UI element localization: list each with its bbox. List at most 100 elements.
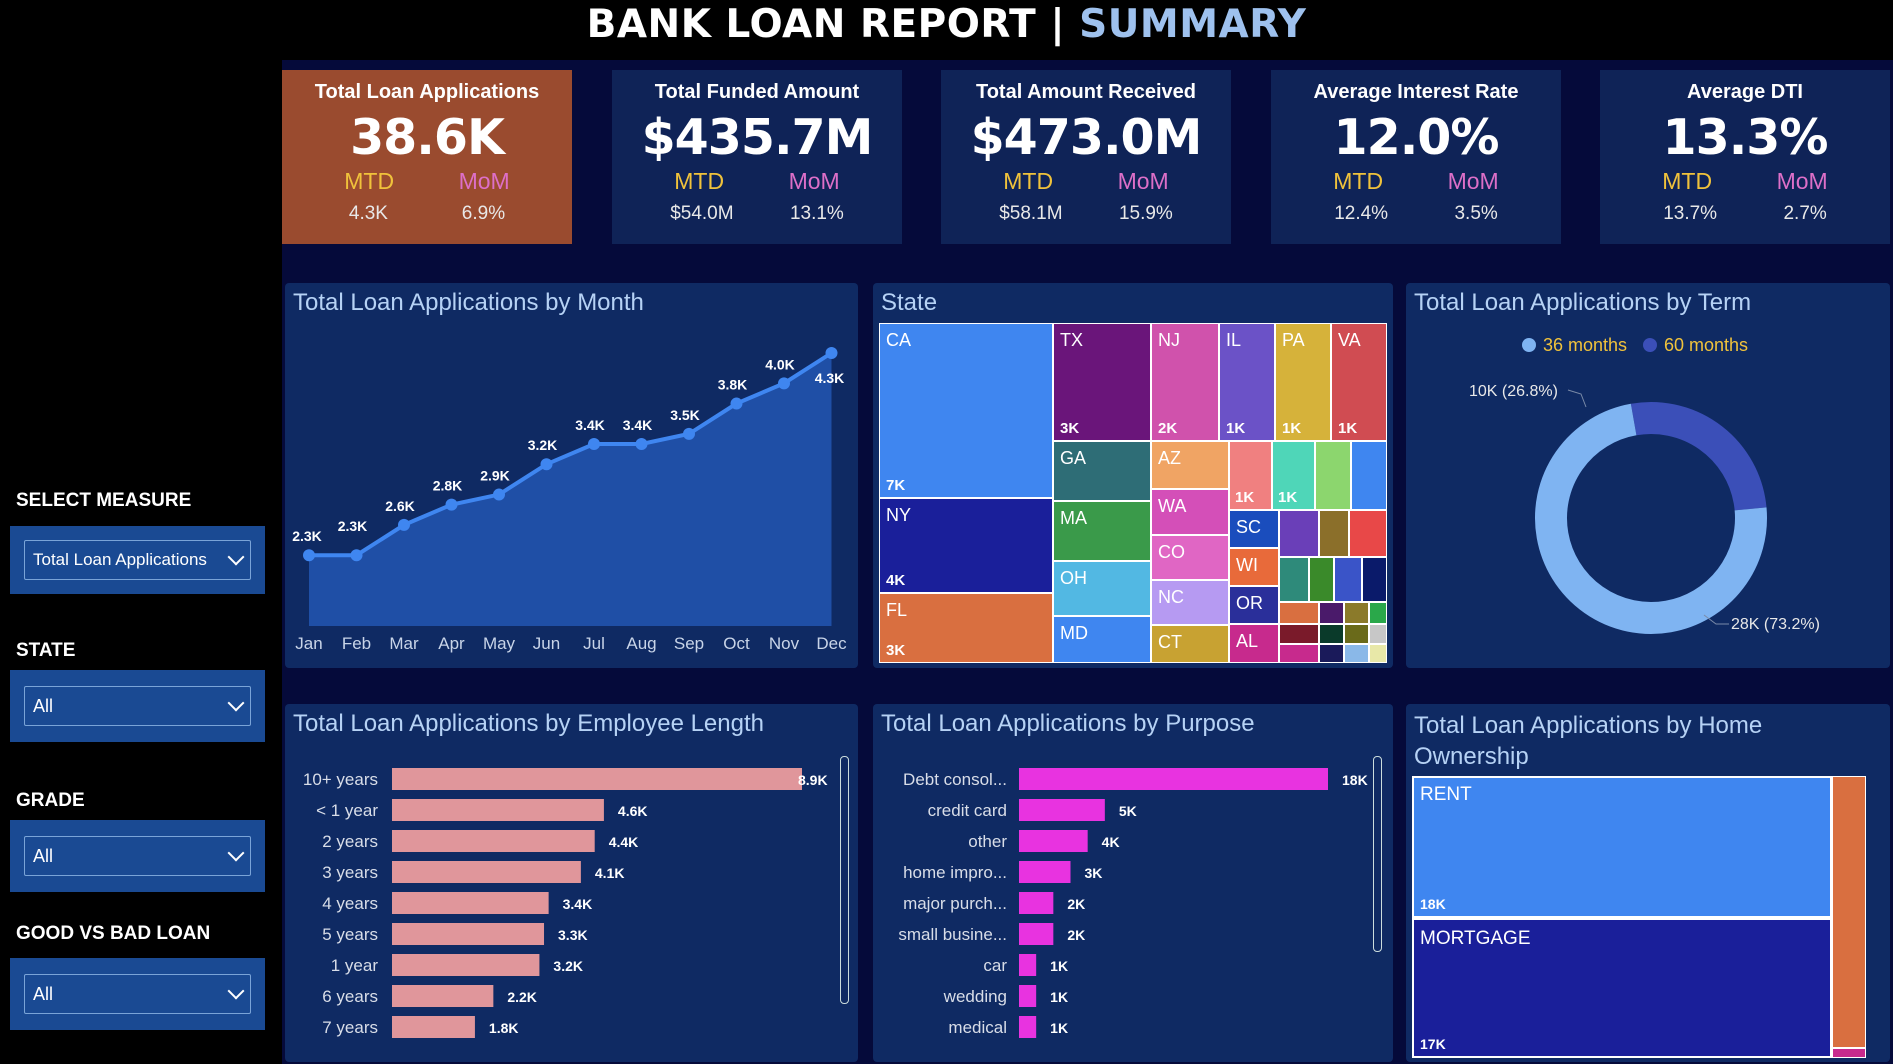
chevron-down-icon [227,982,245,1000]
good-bad-selected: All [33,983,54,1004]
x-tick-label: May [483,634,516,653]
measure-dropdown[interactable]: Total Loan Applications [24,540,251,580]
tile-label: NC [1158,587,1184,607]
scrollbar[interactable] [840,756,849,1004]
treemap-tile-il[interactable]: IL 1K [1219,323,1275,441]
bar [1019,830,1088,852]
kpi-card-total-applications[interactable]: Total Loan Applications 38.6K MTD MoM 4.3… [282,70,572,244]
state-dropdown[interactable]: All [24,686,251,726]
treemap-tile-mortgage[interactable]: MORTGAGE 17K [1412,918,1832,1058]
treemap-tile-al[interactable]: AL [1229,624,1279,663]
treemap-tile-minor[interactable] [1319,644,1344,663]
treemap-tile-minor[interactable]: 1K [1229,441,1272,510]
kpi-label: Total Amount Received [975,81,1197,103]
tile-label: NY [886,505,912,525]
category-label: small busine... [898,925,1007,944]
mom-value: 6.9% [461,203,506,224]
treemap-tile-fl[interactable]: FL 3K [879,593,1053,663]
panel-title: Total Loan Applications by Home Ownershi… [1414,712,1763,770]
treemap-tile-va[interactable]: VA 1K [1331,323,1387,441]
treemap-tile-ma[interactable]: MA [1053,501,1151,561]
mtd-label: MTD [1003,168,1054,194]
page-title: BANK LOAN REPORT | SUMMARY [0,2,1893,47]
tile-value: 7K [886,477,906,494]
treemap-tile-az[interactable]: AZ [1151,441,1229,489]
treemap-tile-minor[interactable] [1279,644,1319,663]
category-label: 1 year [331,956,379,975]
treemap-tile-minor[interactable] [1369,602,1387,624]
good-bad-loan-label: GOOD VS BAD LOAN [16,923,211,944]
tile-label: AL [1236,631,1259,651]
data-point [778,377,790,390]
treemap-tile-minor[interactable]: 1K [1272,441,1315,510]
tile-label: FL [886,600,908,620]
treemap-tile-minor[interactable] [1279,602,1319,624]
treemap-tile-minor[interactable] [1344,602,1369,624]
treemap-tile-co[interactable]: CO [1151,535,1229,580]
category-label: major purch... [903,894,1007,913]
data-label: 10K (26.8%) [1469,383,1558,400]
treemap-tile-minor[interactable] [1334,557,1362,602]
purpose-panel[interactable]: Total Loan Applications by Purpose Debt … [873,704,1393,1062]
treemap-tile-minor[interactable] [1319,602,1344,624]
treemap-tile-nj[interactable]: NJ 2K [1151,323,1219,441]
treemap-tile-minor[interactable] [1279,624,1319,644]
kpi-card-interest-rate[interactable]: Average Interest Rate 12.0% MTD MoM 12.4%… [1271,70,1561,244]
mom-value: 13.1% [789,203,844,224]
good-bad-slicer: All [10,958,265,1030]
month-chart-panel[interactable]: Total Loan Applications by Month 2.3K Jan… [285,283,858,668]
tile-label: IL [1226,330,1242,350]
term-donut-panel[interactable]: Total Loan Applications by Term 36 month… [1406,283,1890,668]
bar [1019,923,1054,945]
treemap-tile-or[interactable]: OR [1229,586,1279,624]
grade-dropdown[interactable]: All [24,836,251,876]
treemap-tile-sc[interactable]: SC [1229,510,1279,548]
treemap-tile-minor[interactable] [1315,441,1351,510]
kpi-card-dti[interactable]: Average DTI 13.3% MTD MoM 13.7% 2.7% [1600,70,1890,244]
treemap-tile-minor[interactable] [1279,557,1309,602]
treemap-tile-nc[interactable]: NC [1151,580,1229,625]
treemap-tile-minor[interactable] [1344,644,1369,663]
data-label: 1K [1050,989,1068,1005]
good-bad-dropdown[interactable]: All [24,974,251,1014]
treemap-tile-wa[interactable]: WA [1151,489,1229,535]
treemap-tile-minor[interactable] [1319,624,1344,644]
kpi-card-funded-amount[interactable]: Total Funded Amount $435.7M MTD MoM $54.0… [612,70,902,244]
bar [392,1016,475,1038]
kpi-value: 12.0% [1333,109,1500,166]
treemap-tile-minor[interactable] [1279,510,1319,557]
scrollbar[interactable] [1373,756,1382,952]
treemap-tile-ga[interactable]: GA [1053,441,1151,501]
tile-label: MA [1060,508,1087,528]
treemap-tile-own[interactable] [1832,776,1866,1048]
treemap-tile-minor[interactable] [1362,557,1387,602]
treemap-tile-minor[interactable] [1369,644,1387,663]
x-tick-label: Jul [583,634,605,653]
treemap-tile-tx[interactable]: TX 3K [1053,323,1151,441]
data-label: 2.3K [338,518,368,534]
treemap-tile-rent[interactable]: RENT 18K [1412,776,1832,918]
home-ownership-panel[interactable]: Total Loan Applications by Home Ownershi… [1406,704,1890,1062]
tile-label: GA [1060,448,1087,468]
treemap-tile-minor[interactable] [1309,557,1334,602]
treemap-tile-md[interactable]: MD [1053,616,1151,663]
tile-label: WA [1158,496,1187,516]
emp-length-panel[interactable]: Total Loan Applications by Employee Leng… [285,704,858,1062]
treemap-tile-ca[interactable]: CA 7K [879,323,1053,498]
treemap-tile-minor[interactable] [1351,441,1387,510]
x-tick-label: Feb [342,634,371,653]
tile-label: CT [1158,632,1182,652]
treemap-tile-minor[interactable] [1344,624,1369,644]
mtd-label: MTD [674,168,725,194]
kpi-card-amount-received[interactable]: Total Amount Received $473.0M MTD MoM $58… [941,70,1231,244]
treemap-tile-minor[interactable] [1369,624,1387,644]
treemap-tile-ct[interactable]: CT [1151,625,1229,663]
treemap-tile-minor[interactable] [1319,510,1349,557]
treemap-tile-pa[interactable]: PA 1K [1275,323,1331,441]
treemap-tile-ny[interactable]: NY 4K [879,498,1053,593]
treemap-tile-oh[interactable]: OH [1053,561,1151,616]
treemap-tile-minor[interactable] [1349,510,1387,557]
treemap-tile-other[interactable] [1832,1048,1866,1058]
state-treemap-panel[interactable]: State CA 7K NY 4K FL 3K TX 3K NJ 2K IL 1K PA 1K VA 1K GA… [873,283,1393,668]
treemap-tile-wi[interactable]: WI [1229,548,1279,586]
